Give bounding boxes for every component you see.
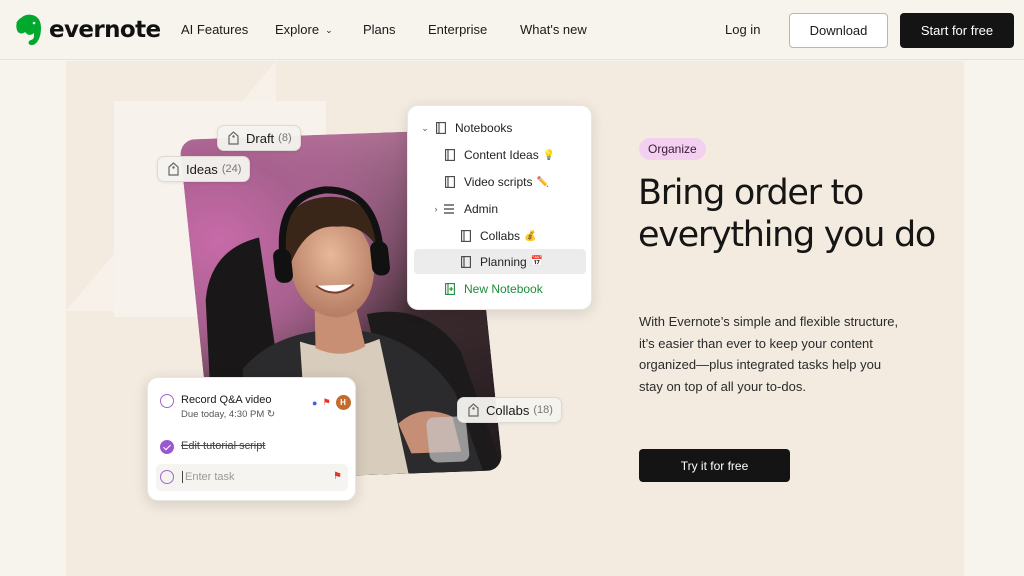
chip-label: Draft bbox=[246, 130, 275, 146]
notebook-label: Video scripts bbox=[464, 175, 533, 189]
task-item[interactable]: Record Q&A video Due today, 4:30 PM ↻ ● … bbox=[160, 394, 355, 420]
chevron-right-icon: › bbox=[434, 204, 438, 214]
flag-icon: ⚑ bbox=[322, 397, 331, 407]
chip-label: Ideas bbox=[186, 161, 218, 177]
nav-ai-features[interactable]: AI Features bbox=[181, 22, 248, 37]
notebook-item-content-ideas[interactable]: Content Ideas 💡 bbox=[445, 144, 555, 166]
site-header: evernote AI Features Explore ⌄ Plans Ente… bbox=[0, 0, 1024, 60]
task-due: Due today, 4:30 PM ↻ bbox=[181, 409, 275, 420]
hero-body-text: With Evernote’s simple and flexible stru… bbox=[639, 314, 899, 394]
download-button[interactable]: Download bbox=[789, 13, 888, 48]
chevron-down-icon: ⌄ bbox=[325, 25, 333, 35]
assignee-avatar[interactable]: H bbox=[335, 395, 351, 410]
money-bag-icon: 💰 bbox=[524, 230, 537, 242]
new-notebook-label: New Notebook bbox=[464, 282, 543, 296]
notebook-icon bbox=[436, 122, 446, 134]
tag-chip-collabs[interactable]: Collabs (18) bbox=[457, 397, 562, 423]
chip-count: (18) bbox=[533, 404, 553, 416]
tag-chip-ideas[interactable]: Ideas (24) bbox=[157, 156, 251, 182]
task-title: Record Q&A video bbox=[181, 394, 272, 406]
tag-chip-draft[interactable]: Draft (8) bbox=[217, 125, 301, 151]
new-notebook-button[interactable]: New Notebook bbox=[445, 278, 543, 300]
stack-icon bbox=[444, 204, 454, 214]
start-for-free-button[interactable]: Start for free bbox=[900, 13, 1014, 48]
tag-icon bbox=[228, 131, 239, 145]
tasks-card: Record Q&A video Due today, 4:30 PM ↻ ● … bbox=[147, 377, 356, 501]
chip-count: (24) bbox=[221, 163, 242, 175]
nav-whats-new[interactable]: What's new bbox=[520, 22, 587, 37]
notebook-label: Planning bbox=[480, 254, 527, 269]
pencil-icon: ✏️ bbox=[536, 176, 549, 188]
notebook-icon bbox=[461, 230, 471, 242]
notebook-icon bbox=[445, 176, 455, 188]
lightbulb-icon: 💡 bbox=[542, 149, 556, 161]
task-checkbox-checked[interactable] bbox=[160, 440, 174, 454]
nav-explore[interactable]: Explore ⌄ bbox=[275, 22, 333, 37]
task-item[interactable]: Edit tutorial script bbox=[160, 440, 355, 454]
hero-headline: Bring order to everything you do bbox=[638, 173, 936, 255]
evernote-logo[interactable]: evernote bbox=[15, 14, 161, 46]
login-link[interactable]: Log in bbox=[725, 22, 760, 37]
flag-icon[interactable]: ⚑ bbox=[333, 471, 342, 482]
chip-label: Collabs bbox=[486, 402, 530, 418]
nav-enterprise[interactable]: Enterprise bbox=[428, 22, 487, 37]
notebook-item-collabs[interactable]: Collabs 💰 bbox=[461, 225, 536, 247]
calendar-icon: 📅 bbox=[530, 256, 544, 267]
chip-count: (8) bbox=[278, 132, 292, 144]
notebooks-header[interactable]: ⌄ Notebooks bbox=[418, 117, 512, 139]
bell-icon: ● bbox=[312, 397, 318, 408]
notebook-stack-admin[interactable]: › Admin bbox=[429, 198, 499, 220]
tag-icon bbox=[168, 162, 179, 176]
notebook-label: Collabs bbox=[480, 229, 521, 243]
chevron-down-icon: ⌄ bbox=[421, 122, 429, 133]
nav-explore-label: Explore bbox=[275, 22, 320, 37]
task-checkbox bbox=[160, 470, 174, 484]
new-notebook-icon bbox=[445, 283, 455, 295]
new-task-input[interactable] bbox=[182, 471, 322, 483]
task-checkbox[interactable] bbox=[160, 394, 174, 408]
section-badge: Organize bbox=[639, 138, 706, 160]
notebook-icon bbox=[445, 149, 455, 161]
notebook-item-video-scripts[interactable]: Video scripts ✏️ bbox=[445, 171, 549, 193]
task-due-label: Due today, 4:30 PM bbox=[181, 409, 265, 420]
logo-wordmark: evernote bbox=[49, 17, 161, 43]
notebooks-header-label: Notebooks bbox=[455, 121, 513, 135]
tag-icon bbox=[468, 403, 479, 417]
nav-plans[interactable]: Plans bbox=[363, 22, 396, 37]
task-meta: ● ⚑ H bbox=[312, 395, 351, 410]
new-task-row: ⚑ bbox=[156, 464, 348, 491]
task-title: Edit tutorial script bbox=[181, 440, 266, 452]
notebook-label: Content Ideas bbox=[464, 148, 539, 162]
notebook-item-planning[interactable]: Planning 📅 bbox=[414, 249, 586, 274]
notebook-icon bbox=[461, 255, 471, 268]
try-for-free-button[interactable]: Try it for free bbox=[639, 449, 790, 482]
notebook-label: Admin bbox=[464, 202, 499, 216]
notebooks-card: ⌄ Notebooks Content Ideas 💡 Video script… bbox=[407, 105, 592, 310]
elephant-logo-icon bbox=[16, 14, 41, 46]
repeat-icon: ↻ bbox=[266, 409, 276, 420]
